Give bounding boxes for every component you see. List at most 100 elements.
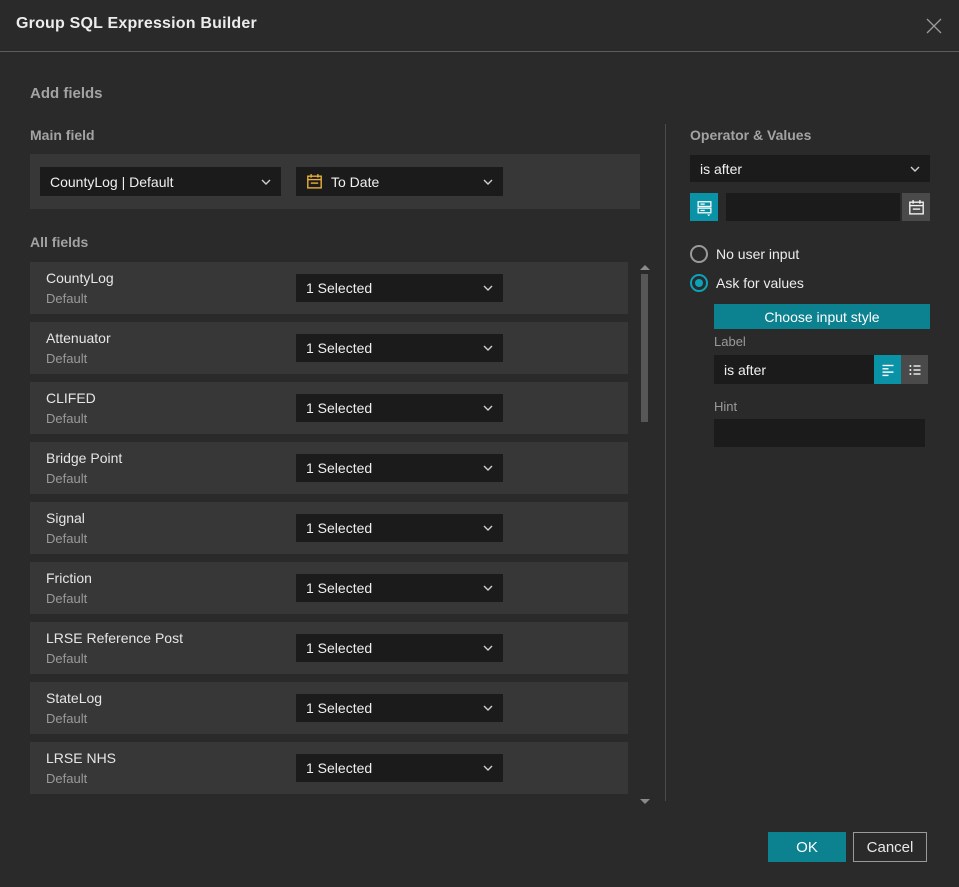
choose-input-style-button[interactable]: Choose input style bbox=[714, 304, 930, 329]
main-field-band: CountyLog | Default To Date bbox=[30, 154, 640, 209]
field-type: Default bbox=[46, 651, 88, 666]
field-type: Default bbox=[46, 711, 88, 726]
field-name: LRSE NHS bbox=[46, 750, 117, 766]
operator-select-value: is after bbox=[700, 160, 743, 177]
field-name: Friction bbox=[46, 570, 92, 586]
value-list-icon bbox=[696, 200, 712, 216]
set-from-values-button[interactable] bbox=[690, 193, 718, 221]
add-fields-heading: Add fields bbox=[30, 85, 103, 102]
field-values-select[interactable]: 1 Selected bbox=[296, 454, 503, 482]
field-values-select-value: 1 Selected bbox=[306, 760, 373, 776]
radio-circle bbox=[690, 245, 708, 263]
scrollbar-down-arrow[interactable] bbox=[640, 799, 650, 804]
field-values-select[interactable]: 1 Selected bbox=[296, 754, 503, 782]
field-row: CountyLog Default 1 Selected bbox=[30, 262, 628, 314]
dialog-titlebar: Group SQL Expression Builder bbox=[0, 0, 959, 52]
field-type: Default bbox=[46, 291, 88, 306]
field-name: Attenuator bbox=[46, 330, 111, 346]
ok-button[interactable]: OK bbox=[768, 832, 846, 862]
field-values-select[interactable]: 1 Selected bbox=[296, 514, 503, 542]
align-left-icon bbox=[882, 364, 893, 376]
field-name: Signal bbox=[46, 510, 85, 526]
field-name: StateLog bbox=[46, 690, 103, 706]
chevron-down-icon bbox=[483, 285, 493, 291]
chevron-down-icon bbox=[483, 705, 493, 711]
field-values-select-value: 1 Selected bbox=[306, 580, 373, 596]
all-fields-heading: All fields bbox=[30, 234, 89, 250]
scrollbar-thumb[interactable] bbox=[641, 274, 648, 422]
field-type: Default bbox=[46, 531, 88, 546]
chevron-down-icon bbox=[483, 179, 493, 185]
field-values-select[interactable]: 1 Selected bbox=[296, 574, 503, 602]
field-values-select-value: 1 Selected bbox=[306, 280, 373, 296]
radio-label: Ask for values bbox=[716, 275, 804, 291]
chevron-down-icon bbox=[483, 525, 493, 531]
field-type: Default bbox=[46, 411, 88, 426]
field-row: CLIFED Default 1 Selected bbox=[30, 382, 628, 434]
bullet-list-icon bbox=[908, 364, 920, 375]
field-values-select-value: 1 Selected bbox=[306, 460, 373, 476]
value-input[interactable] bbox=[726, 193, 900, 221]
field-name: Bridge Point bbox=[46, 450, 123, 466]
chevron-down-icon bbox=[483, 405, 493, 411]
chevron-down-icon bbox=[483, 765, 493, 771]
chevron-down-icon bbox=[910, 166, 920, 172]
field-type: Default bbox=[46, 351, 88, 366]
radio-ask-for-values[interactable]: Ask for values bbox=[690, 274, 804, 292]
field-name: CountyLog bbox=[46, 270, 114, 286]
field-values-select[interactable]: 1 Selected bbox=[296, 274, 503, 302]
field-values-select[interactable]: 1 Selected bbox=[296, 394, 503, 422]
radio-circle-selected bbox=[690, 274, 708, 292]
field-row: Friction Default 1 Selected bbox=[30, 562, 628, 614]
field-values-select[interactable]: 1 Selected bbox=[296, 634, 503, 662]
field-values-select-value: 1 Selected bbox=[306, 640, 373, 656]
field-values-select-value: 1 Selected bbox=[306, 400, 373, 416]
align-left-style-button[interactable] bbox=[874, 355, 901, 384]
label-heading: Label bbox=[714, 334, 746, 349]
calendar-icon bbox=[306, 173, 323, 190]
field-row: StateLog Default 1 Selected bbox=[30, 682, 628, 734]
radio-label: No user input bbox=[716, 246, 800, 262]
dialog-title: Group SQL Expression Builder bbox=[16, 15, 257, 32]
chevron-down-icon bbox=[483, 585, 493, 591]
cancel-button[interactable]: Cancel bbox=[853, 832, 927, 862]
chevron-down-icon bbox=[483, 645, 493, 651]
main-field-date-value: To Date bbox=[331, 173, 380, 190]
operator-values-heading: Operator & Values bbox=[690, 127, 812, 143]
field-values-select[interactable]: 1 Selected bbox=[296, 694, 503, 722]
group-sql-expression-builder-dialog: Group SQL Expression Builder Add fields … bbox=[0, 0, 959, 887]
field-values-select-value: 1 Selected bbox=[306, 340, 373, 356]
chevron-down-icon bbox=[483, 345, 493, 351]
field-row: Bridge Point Default 1 Selected bbox=[30, 442, 628, 494]
field-row: Attenuator Default 1 Selected bbox=[30, 322, 628, 374]
field-row: LRSE NHS Default 1 Selected bbox=[30, 742, 628, 794]
chevron-down-icon bbox=[483, 465, 493, 471]
field-name: LRSE Reference Post bbox=[46, 630, 183, 646]
field-name: CLIFED bbox=[46, 390, 96, 406]
field-row: Signal Default 1 Selected bbox=[30, 502, 628, 554]
field-values-select-value: 1 Selected bbox=[306, 700, 373, 716]
close-icon bbox=[926, 18, 942, 34]
radio-no-user-input[interactable]: No user input bbox=[690, 245, 799, 263]
hint-input[interactable] bbox=[714, 419, 925, 447]
list-style-button[interactable] bbox=[901, 355, 928, 384]
field-type: Default bbox=[46, 591, 88, 606]
close-button[interactable] bbox=[922, 14, 946, 38]
main-field-select-value: CountyLog | Default bbox=[50, 173, 174, 190]
main-field-select[interactable]: CountyLog | Default bbox=[40, 167, 281, 196]
field-type: Default bbox=[46, 471, 88, 486]
operator-select[interactable]: is after bbox=[690, 155, 930, 182]
hint-heading: Hint bbox=[714, 399, 738, 414]
main-field-date-select[interactable]: To Date bbox=[296, 167, 503, 196]
main-field-heading: Main field bbox=[30, 127, 95, 143]
field-values-select-value: 1 Selected bbox=[306, 520, 373, 536]
field-row: LRSE Reference Post Default 1 Selected bbox=[30, 622, 628, 674]
field-type: Default bbox=[46, 771, 88, 786]
field-values-select[interactable]: 1 Selected bbox=[296, 334, 503, 362]
chevron-down-icon bbox=[261, 179, 271, 185]
calendar-icon bbox=[908, 199, 924, 215]
label-input[interactable] bbox=[714, 355, 874, 384]
date-picker-button[interactable] bbox=[902, 193, 930, 221]
panel-divider bbox=[665, 124, 666, 801]
scrollbar-up-arrow[interactable] bbox=[640, 265, 650, 270]
